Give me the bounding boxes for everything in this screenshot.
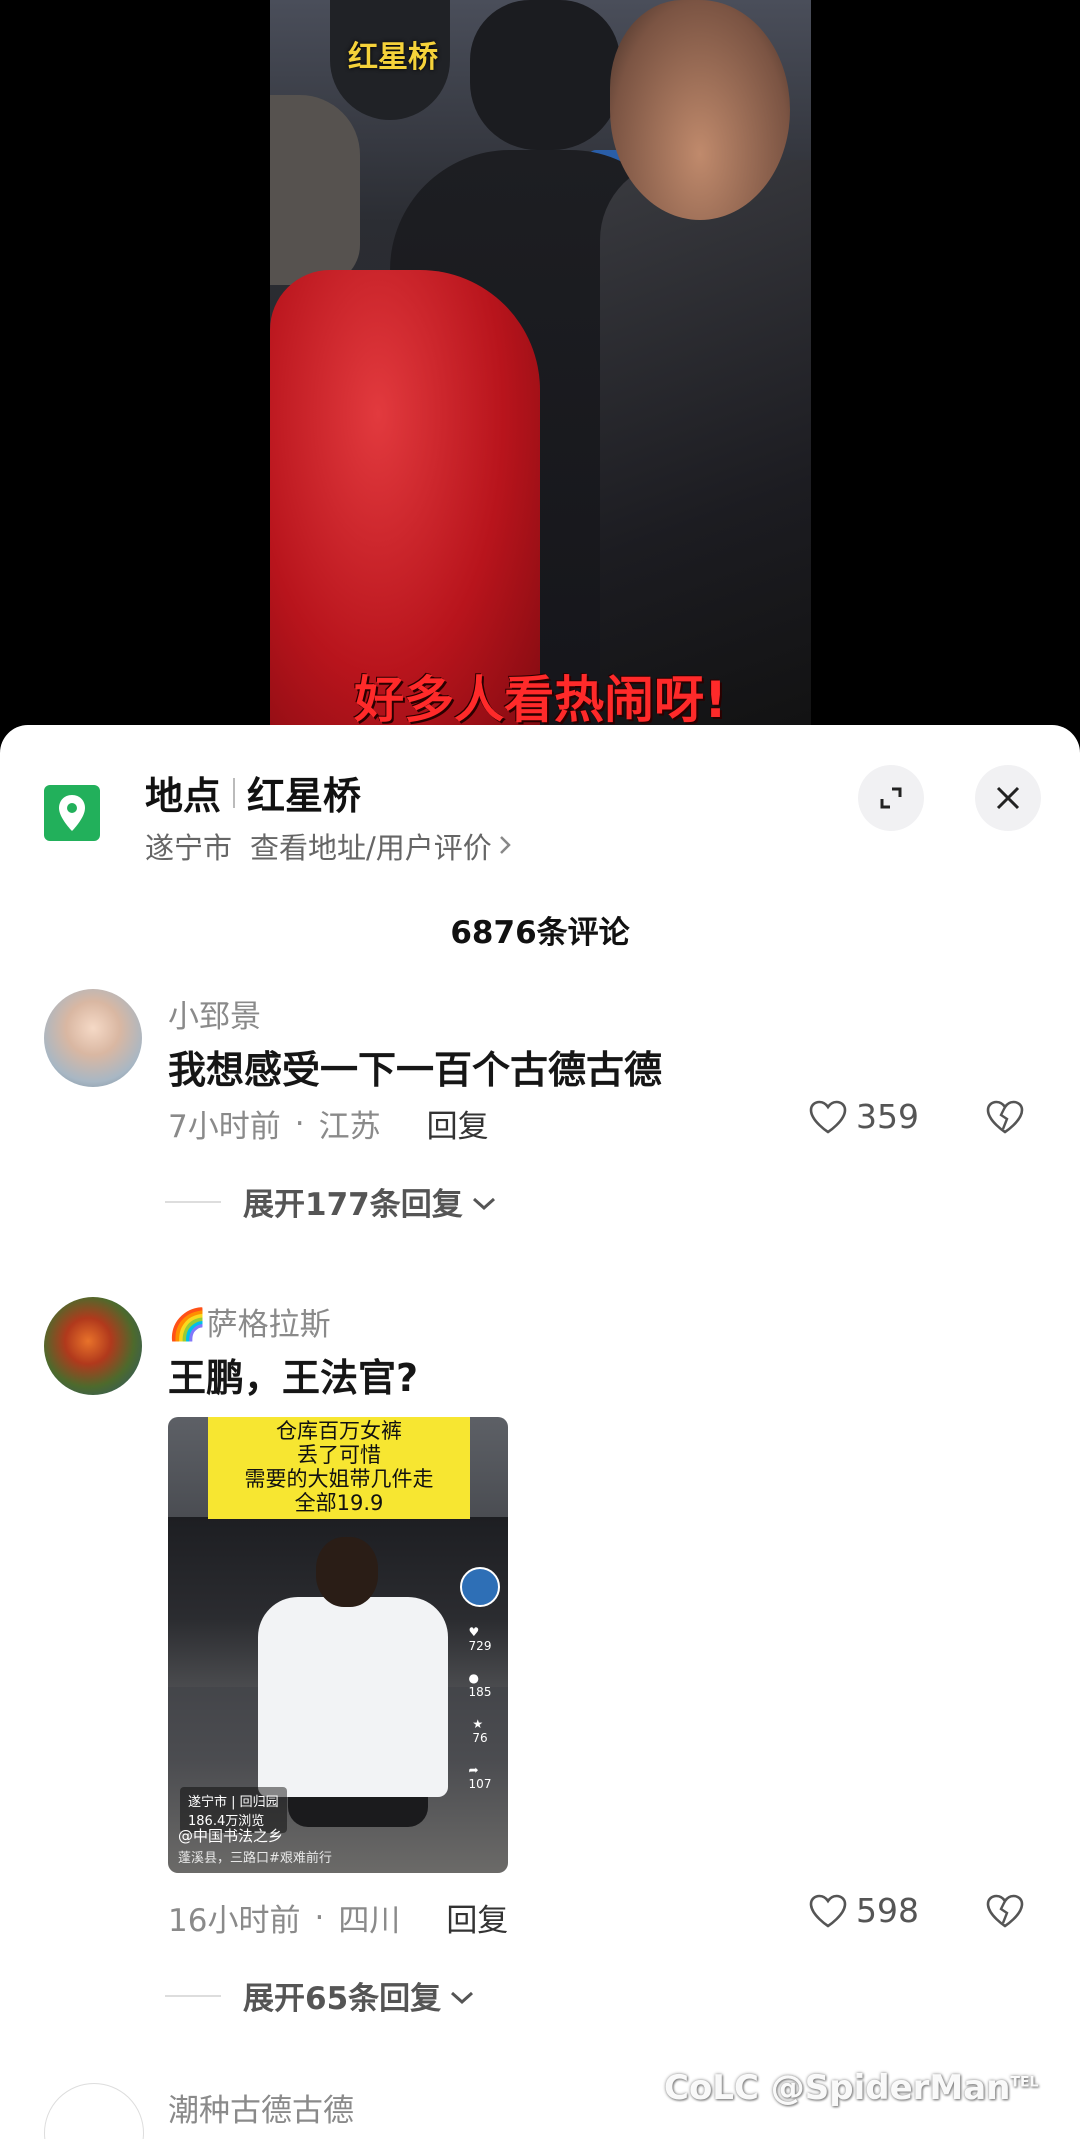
location-label: 地点 <box>145 774 222 818</box>
comment-meta: 16小时前 · 四川 回复 <box>168 1895 508 1940</box>
video-frame-decor <box>470 0 620 150</box>
expand-replies[interactable]: 展开65条回复 <box>165 1973 475 2018</box>
expand-replies-label: 展开177条回复 <box>243 1187 463 1223</box>
banner-line: 全部19.9 <box>294 1491 384 1515</box>
comment-username[interactable]: 小郅景 <box>168 991 261 1036</box>
thumbnail-figure <box>316 1537 378 1607</box>
chevron-down-icon <box>471 1184 497 1220</box>
expand-replies[interactable]: 展开177条回复 <box>165 1179 497 1224</box>
video-location-tag: 红星桥 <box>348 40 438 75</box>
video-caption: 好多人看热闹呀! <box>354 671 727 729</box>
like-count: 359 <box>856 1097 919 1136</box>
thumbnail-banner: 仓库百万女裤 丢了可惜 需要的大姐带几件走 全部19.9 <box>208 1417 470 1519</box>
expand-replies-label: 展开65条回复 <box>243 1981 442 2017</box>
thumbnail-favorite: ★ 76 <box>472 1717 488 1745</box>
thumbnail-author: @中国书法之乡 <box>178 1827 284 1845</box>
chevron-down-icon <box>449 1978 475 2014</box>
location-subtitle[interactable]: 遂宁市 查看地址/用户评价 <box>145 825 512 867</box>
like-button[interactable]: 359 <box>808 1097 919 1136</box>
thumbnail-comment: ● 185 <box>468 1671 492 1699</box>
author-avatar <box>460 1567 500 1607</box>
location-title[interactable]: 地点 红星桥 <box>145 765 361 820</box>
heart-icon <box>809 1894 847 1928</box>
meta-dot: · <box>294 1105 305 1142</box>
dislike-button[interactable] <box>985 1099 1025 1139</box>
location-city: 遂宁市 <box>145 831 233 865</box>
broken-heart-icon <box>986 1100 1024 1134</box>
close-button[interactable] <box>975 765 1041 831</box>
rainbow-icon: 🌈 <box>168 1307 207 1343</box>
comment-time: 7小时前 <box>168 1109 281 1145</box>
banner-line: 需要的大姐带几件走 <box>244 1467 434 1491</box>
comment-time: 16小时前 <box>168 1903 301 1939</box>
comment-username[interactable]: 🌈萨格拉斯 <box>168 1299 331 1344</box>
avatar[interactable] <box>44 2083 144 2139</box>
comment-username[interactable]: 潮种古德古德 <box>168 2085 354 2130</box>
divider-line <box>165 1994 221 1997</box>
comment-count: 6876条评论 <box>450 915 630 951</box>
thumbnail-side-actions: ♥ 729 ● 185 ★ 76 ➦ 107 <box>460 1567 500 1791</box>
like-button[interactable]: 598 <box>808 1891 919 1930</box>
chevron-right-icon <box>498 830 512 863</box>
title-divider <box>233 777 236 808</box>
broken-heart-icon <box>986 1894 1024 1928</box>
comment-region: 四川 <box>338 1903 401 1939</box>
divider-line <box>165 1200 221 1203</box>
reply-button[interactable]: 回复 <box>446 1895 508 1940</box>
video-frame-decor <box>270 95 360 285</box>
comment-text: 王鹏，王法官? <box>168 1356 419 1400</box>
heart-icon <box>809 1100 847 1134</box>
banner-line: 丢了可惜 <box>297 1443 381 1467</box>
location-pin-icon <box>44 785 100 841</box>
thumbnail-like: ♥ 729 <box>468 1625 492 1653</box>
reply-button[interactable]: 回复 <box>427 1101 489 1146</box>
thumbnail-share: ➦ 107 <box>468 1763 492 1791</box>
avatar[interactable] <box>44 989 142 1087</box>
dislike-button[interactable] <box>985 1893 1025 1933</box>
video-frame-decor <box>600 160 811 740</box>
location-place: 红星桥 <box>247 774 362 818</box>
meta-dot: · <box>314 1899 325 1936</box>
video-player[interactable]: 红星桥 好多人看热闹呀! <box>270 0 811 740</box>
comment-meta: 7小时前 · 江苏 回复 <box>168 1101 489 1146</box>
expand-icon <box>880 787 902 809</box>
thumbnail-figure <box>258 1597 448 1797</box>
comment-video-attachment[interactable]: 仓库百万女裤 丢了可惜 需要的大姐带几件走 全部19.9 ♥ 729 ● 185 ★… <box>168 1417 508 1873</box>
thumbnail-description: 蓬溪县，三路口#艰难前行 <box>178 1851 332 1866</box>
like-count: 598 <box>856 1891 919 1930</box>
banner-line: 仓库百万女裤 <box>276 1419 402 1443</box>
watermark: CoLC @SpiderManTEL <box>664 2068 1039 2108</box>
close-icon <box>996 786 1020 810</box>
comment-text: 我想感受一下一百个古德古德 <box>168 1048 663 1092</box>
comments-sheet: 地点 红星桥 遂宁市 查看地址/用户评价 6876条评论 小郅景 我想感受一下一… <box>0 725 1080 2139</box>
location-detail-link[interactable]: 查看地址/用户评价 <box>250 825 492 867</box>
comment-region: 江苏 <box>318 1109 381 1145</box>
avatar[interactable] <box>44 1297 142 1395</box>
expand-button[interactable] <box>858 765 924 831</box>
video-frame-decor <box>610 0 790 220</box>
comment-username-text: 萨格拉斯 <box>206 1307 331 1343</box>
